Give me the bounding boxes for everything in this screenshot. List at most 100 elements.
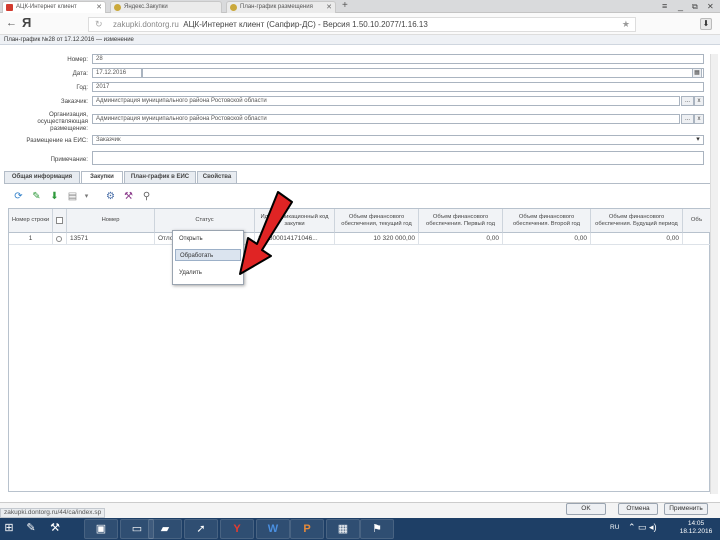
taskbar-word-icon[interactable]: W (256, 519, 290, 539)
taskbar-cursor-icon[interactable]: ➚ (184, 519, 218, 539)
minimize-icon[interactable]: _ (678, 1, 683, 12)
column-header[interactable]: Объем финансового обеспечения. Второй го… (503, 209, 591, 233)
taskbar-app-icon[interactable]: ▣ (84, 519, 118, 539)
table-cell[interactable]: 10 320 000,00 (335, 233, 419, 245)
refresh-icon[interactable]: ⟳ (12, 190, 25, 203)
cancel-button[interactable]: Отмена (618, 503, 658, 515)
taskbar-folder-icon[interactable]: ▰ (148, 519, 182, 539)
clock[interactable]: 14:05 18.12.2016 (676, 520, 716, 536)
field-label-number: Номер: (67, 56, 88, 63)
organization-clear-button[interactable]: x (694, 114, 704, 124)
year-field[interactable]: 2017 (92, 82, 704, 92)
tools-icon[interactable]: ⚒ (122, 190, 135, 203)
chevron-down-icon[interactable]: ▾ (692, 135, 704, 145)
customer-select-button[interactable]: ... (681, 96, 694, 106)
table-cell[interactable]: 0,00 (503, 233, 591, 245)
favicon-icon (114, 4, 121, 11)
menu-icon[interactable]: ≡ (662, 1, 667, 12)
url-host: zakupki.dontorg.ru (113, 20, 179, 29)
placement-select[interactable]: Заказчик (92, 135, 704, 145)
tab-plan-eis[interactable]: План-график в ЕИС (124, 171, 196, 183)
close-icon[interactable]: ✕ (96, 2, 102, 13)
create-icon[interactable]: ✎ (30, 190, 43, 203)
vertical-scrollbar[interactable] (710, 54, 718, 494)
organization-field[interactable]: Администрация муниципального района Рост… (92, 114, 680, 124)
tab-general[interactable]: Общая информация (4, 171, 80, 183)
taskbar-powerpoint-icon[interactable]: P (290, 519, 324, 539)
table-cell[interactable] (683, 233, 711, 245)
customer-field[interactable]: Администрация муниципального района Рост… (92, 96, 680, 106)
status-url: zakupki.dontorg.ru/44/ca/index.sp (0, 508, 106, 518)
arrow-annotation-icon (239, 191, 293, 275)
column-header[interactable]: Номер строки (9, 209, 53, 233)
ok-button[interactable]: OK (566, 503, 606, 515)
language-indicator[interactable]: RU (610, 524, 619, 531)
tab-purchases[interactable]: Закупки (81, 171, 123, 183)
taskbar-app-icon[interactable]: ⚑ (360, 519, 394, 539)
field-label-placement: Размещение на ЕИС: (26, 137, 88, 144)
favicon-icon (230, 4, 237, 11)
menu-item-process[interactable]: Обработать (175, 249, 241, 261)
browser-tab-active[interactable]: АЦК-Интернет клиент ✕ (2, 1, 106, 13)
tab-divider (4, 183, 710, 184)
table-cell[interactable]: 1 (9, 233, 53, 245)
date-field[interactable]: 17.12.2016 (92, 68, 142, 78)
note-field[interactable] (92, 151, 704, 165)
start-icon[interactable]: ⊞ (0, 519, 18, 539)
clock-time: 14:05 (687, 520, 705, 527)
clock-date: 18.12.2016 (679, 528, 713, 535)
refresh-icon[interactable]: ↻ (95, 18, 103, 31)
bookmark-star-icon[interactable]: ★ (622, 18, 630, 31)
import-icon[interactable]: ⬇ (48, 190, 61, 203)
download-icon[interactable]: ⬇ (700, 18, 712, 30)
tab-properties[interactable]: Свойства (197, 171, 237, 183)
field-label-note: Примечание: (50, 156, 88, 163)
browser-tab-label: План-график размещения (240, 4, 313, 10)
tray-icons[interactable]: ⌃ ▭ ◂) (628, 522, 657, 533)
window-close-icon[interactable]: ✕ (707, 1, 714, 12)
restore-icon[interactable]: ⧉ (692, 1, 698, 12)
new-tab-icon[interactable]: + (342, 0, 348, 11)
column-header[interactable]: Объем финансового обеспечения. Первый го… (419, 209, 503, 233)
table-cell[interactable]: 0,00 (591, 233, 683, 245)
close-icon[interactable]: ✕ (326, 2, 332, 13)
app-icon[interactable]: ✎ (22, 519, 40, 539)
organization-select-button[interactable]: ... (681, 114, 694, 124)
customer-clear-button[interactable]: x (694, 96, 704, 106)
column-header[interactable]: Объем финансового обеспечения. Будущий п… (591, 209, 683, 233)
document-icon[interactable]: ▤ (66, 190, 79, 203)
taskbar-yandex-icon[interactable]: Y (220, 519, 254, 539)
settings-gear-icon[interactable]: ⚙ (104, 190, 117, 203)
table-cell[interactable]: 13571 (67, 233, 155, 245)
field-label-organization: Организация, осуществляющая размещение: (37, 111, 88, 132)
field-label-date: Дата: (72, 70, 88, 77)
url-field[interactable]: ↻ zakupki.dontorg.ru АЦК-Интернет клиент… (88, 17, 636, 32)
column-header[interactable]: Объем финансового обеспечения, текущий г… (335, 209, 419, 233)
back-icon[interactable]: ← (6, 17, 17, 29)
row-checkbox[interactable] (53, 233, 67, 245)
browser-tab-label: АЦК-Интернет клиент (16, 4, 77, 10)
table-cell[interactable]: 0,00 (419, 233, 503, 245)
filter-icon[interactable]: ⚲ (140, 190, 153, 203)
checkbox-icon (56, 236, 62, 242)
calendar-icon[interactable]: ▦ (692, 68, 702, 78)
browser-tab[interactable]: Яндекс.Закупки (110, 1, 222, 13)
taskbar-app-icon[interactable]: ▦ (326, 519, 360, 539)
column-header[interactable]: Объ (683, 209, 711, 233)
favicon-icon (6, 4, 13, 11)
field-label-year: Год: (76, 84, 88, 91)
purchases-grid: Номер строки Номер Статус Идентификацион… (8, 208, 711, 492)
column-header[interactable]: Номер (67, 209, 155, 233)
field-label-customer: Заказчик: (60, 98, 88, 105)
dialog-footer (0, 502, 720, 518)
menu-item-delete[interactable]: Удалить (175, 267, 241, 279)
yandex-logo-icon[interactable]: Я (22, 15, 31, 30)
dropdown-icon[interactable]: ▾ (80, 190, 93, 203)
number-field[interactable]: 28 (92, 54, 704, 64)
checkbox-icon (56, 217, 63, 224)
menu-item-open[interactable]: Открыть (175, 233, 241, 245)
browser-tab[interactable]: План-график размещения ✕ (226, 1, 336, 13)
select-all-checkbox[interactable] (53, 209, 67, 233)
app-icon[interactable]: ⚒ (46, 519, 64, 539)
apply-button[interactable]: Применить (664, 503, 708, 515)
